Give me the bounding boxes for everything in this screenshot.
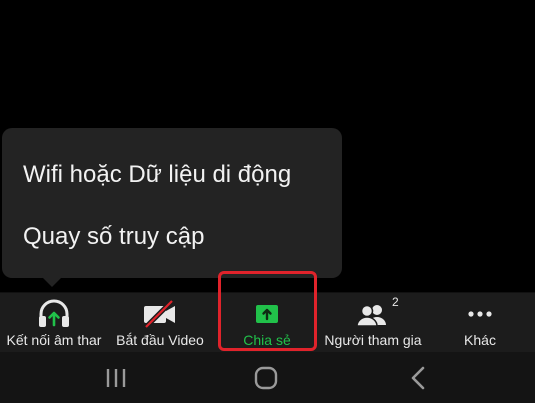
meeting-toolbar: Kết nối âm thar Bắt đầu Video Chia sẻ 2 … — [0, 292, 535, 352]
more-label: Khác — [464, 332, 496, 348]
participants-count-badge: 2 — [392, 295, 399, 309]
join-audio-label: Kết nối âm thar — [6, 332, 102, 348]
share-label: Chia sẻ — [243, 332, 291, 348]
share-button[interactable]: Chia sẻ — [218, 293, 316, 351]
recent-apps-icon — [106, 369, 126, 387]
dial-in-option[interactable]: Quay số truy cập — [23, 217, 204, 257]
headphones-icon — [0, 299, 108, 329]
participants-label: Người tham gia — [324, 332, 422, 348]
recent-apps-button[interactable] — [86, 360, 146, 396]
video-off-icon — [108, 299, 212, 329]
start-video-label: Bắt đầu Video — [116, 332, 204, 348]
android-navigation-bar — [0, 352, 535, 403]
wifi-or-cellular-option[interactable]: Wifi hoặc Dữ liệu di động — [23, 155, 291, 195]
home-icon — [254, 366, 278, 390]
back-icon — [411, 366, 425, 390]
join-audio-button[interactable]: Kết nối âm thar — [0, 293, 108, 351]
start-video-button[interactable]: Bắt đầu Video — [108, 293, 212, 351]
audio-options-popup: Wifi hoặc Dữ liệu di động Quay số truy c… — [2, 128, 342, 287]
participants-icon — [318, 299, 428, 329]
more-icon — [432, 299, 528, 329]
back-button[interactable] — [388, 360, 448, 396]
share-screen-icon — [218, 299, 316, 329]
more-button[interactable]: Khác — [432, 293, 528, 351]
home-button[interactable] — [236, 360, 296, 396]
participants-button[interactable]: 2 Người tham gia — [318, 293, 428, 351]
